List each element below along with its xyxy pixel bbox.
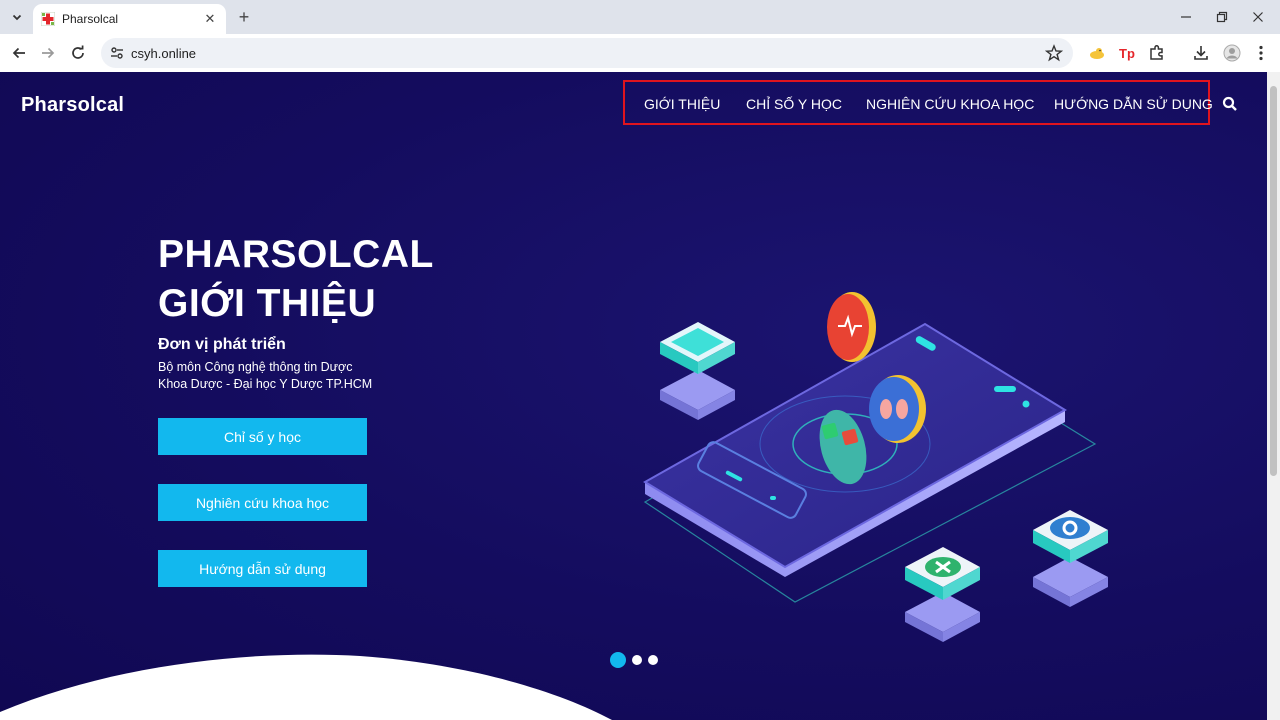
arrow-right-icon <box>42 47 55 59</box>
download-icon <box>1194 46 1208 60</box>
site-settings-icon[interactable] <box>109 45 125 61</box>
slider-dot[interactable] <box>632 655 642 665</box>
restore-button[interactable] <box>1204 4 1240 30</box>
chevron-down-icon <box>12 14 22 21</box>
tab-strip: Pharsolcal ✕ + <box>0 0 1280 34</box>
browser-tab[interactable]: Pharsolcal ✕ <box>33 4 226 34</box>
hero-title: PHARSOLCAL GIỚI THIỆU <box>158 230 434 328</box>
scrollbar-thumb[interactable] <box>1270 86 1277 476</box>
phone-illustration <box>643 292 1108 642</box>
page-scrollbar[interactable] <box>1267 72 1280 720</box>
extension-tp-button[interactable]: Tp <box>1115 41 1139 65</box>
minimize-icon <box>1181 16 1191 18</box>
extension-mascot-button[interactable] <box>1085 41 1109 65</box>
minimize-button[interactable] <box>1168 4 1204 30</box>
tab-title: Pharsolcal <box>62 12 119 26</box>
favicon-icon <box>41 12 55 26</box>
extensions-button[interactable] <box>1145 41 1169 65</box>
avatar-icon <box>1223 44 1241 62</box>
developer-heading: Đơn vị phát triển <box>158 336 286 353</box>
url-text: csyh.online <box>131 46 197 61</box>
downloads-button[interactable] <box>1189 41 1213 65</box>
tp-extension-icon: Tp <box>1119 46 1135 61</box>
nav-item-chi-so-y-hoc[interactable]: CHỈ SỐ Y HỌC <box>746 96 842 112</box>
restore-icon <box>1216 11 1228 23</box>
nghien-cuu-khoa-hoc-button[interactable]: Nghiên cứu khoa học <box>158 484 367 521</box>
new-tab-button[interactable]: + <box>234 7 254 27</box>
forward-button[interactable] <box>36 41 60 65</box>
huong-dan-su-dung-button[interactable]: Hướng dẫn sử dụng <box>158 550 367 587</box>
tab-search-button[interactable] <box>6 6 28 28</box>
more-vertical-icon <box>1259 45 1263 61</box>
close-icon <box>1253 12 1263 22</box>
page-viewport: Pharsolcal GIỚI THIỆU CHỈ SỐ Y HỌC NGHIÊ… <box>0 72 1267 720</box>
close-tab-icon[interactable]: ✕ <box>202 11 218 27</box>
hero-title-line1: PHARSOLCAL <box>158 233 434 276</box>
menu-button[interactable] <box>1249 41 1273 65</box>
address-bar[interactable]: csyh.online <box>101 38 1073 68</box>
bookmark-star-icon[interactable] <box>1045 44 1063 62</box>
close-window-button[interactable] <box>1240 4 1276 30</box>
developer-line-2: Khoa Dược - Đại học Y Dược TP.HCM <box>158 377 373 391</box>
hero-title-line2: GIỚI THIỆU <box>158 282 377 325</box>
site-logo[interactable]: Pharsolcal <box>21 94 124 117</box>
slider-dots <box>610 652 664 668</box>
reload-icon <box>72 45 84 59</box>
slider-dot[interactable] <box>610 652 626 668</box>
nav-item-nghien-cuu-khoa-hoc[interactable]: NGHIÊN CỨU KHOA HỌC <box>866 96 1034 112</box>
slider-dot[interactable] <box>648 655 658 665</box>
puzzle-icon <box>1150 45 1163 60</box>
chi-so-y-hoc-button[interactable]: Chỉ số y học <box>158 418 367 455</box>
reload-button[interactable] <box>66 41 90 65</box>
search-icon[interactable] <box>1222 96 1238 112</box>
browser-toolbar: csyh.online Tp <box>0 34 1280 72</box>
svg-text:Tp: Tp <box>1119 46 1135 61</box>
back-button[interactable] <box>7 41 31 65</box>
nav-item-gioi-thieu[interactable]: GIỚI THIỆU <box>644 96 720 112</box>
developer-line-1: Bộ môn Công nghệ thông tin Dược <box>158 360 353 374</box>
arrow-left-icon <box>12 47 25 59</box>
nav-item-huong-dan-su-dung[interactable]: HƯỚNG DẪN SỬ DỤNG <box>1054 96 1213 112</box>
extension-mascot-icon <box>1090 48 1104 59</box>
profile-button[interactable] <box>1220 41 1244 65</box>
